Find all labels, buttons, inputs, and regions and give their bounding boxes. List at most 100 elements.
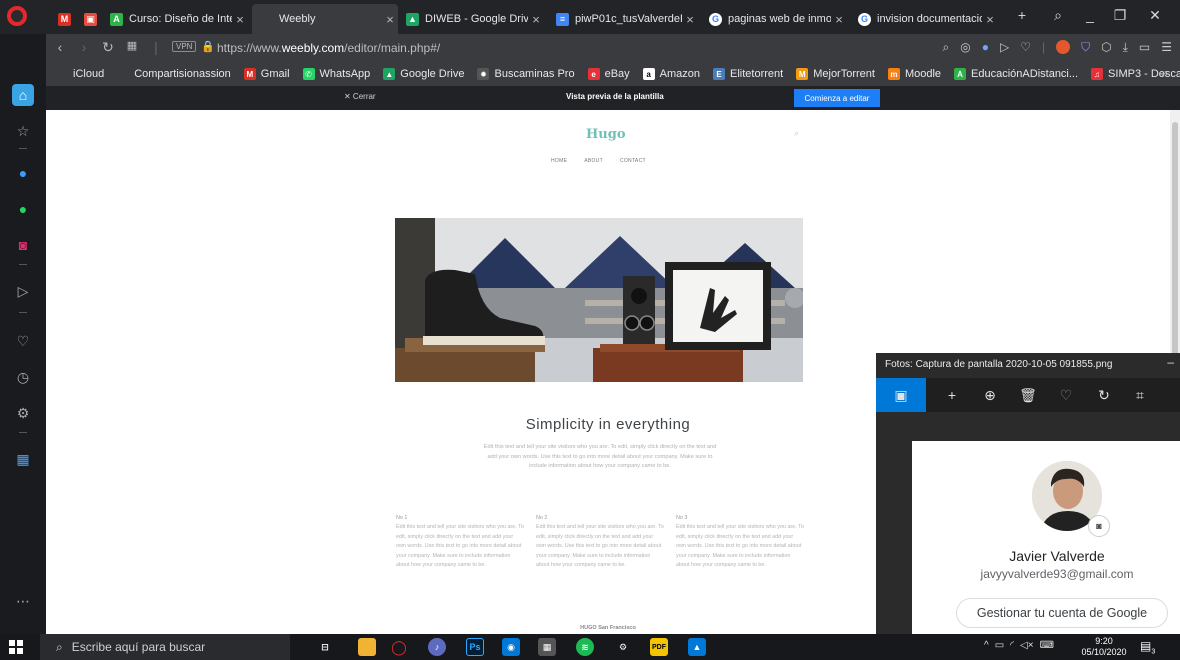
delete-icon[interactable]: 🗑: [1010, 378, 1046, 412]
bookmark-item[interactable]: E Elitetorrent: [713, 68, 783, 80]
intro-paragraph[interactable]: Edit this text and tell your site visito…: [480, 443, 720, 472]
camera-icon[interactable]: ◎: [960, 40, 970, 55]
bookmark-item[interactable]: a Amazon: [642, 68, 700, 80]
easy-setup-icon[interactable]: ☰: [1161, 40, 1172, 55]
reload-button[interactable]: ↻: [100, 39, 116, 56]
bookmark-item[interactable]: Compartisionassion: [117, 68, 231, 80]
shield-icon[interactable]: ●: [982, 40, 989, 55]
bookmark-item[interactable]: iCloud: [56, 68, 104, 80]
manage-account-button[interactable]: Gestionar tu cuenta de Google: [956, 598, 1168, 628]
tab-docs[interactable]: ≡ piwP01c_tusValverdeRive×: [548, 4, 698, 34]
restore-button[interactable]: ❐: [1110, 7, 1130, 24]
spotify-icon[interactable]: ≋: [576, 638, 594, 656]
bookmark-item[interactable]: M Gmail: [243, 68, 290, 80]
new-tab-button[interactable]: +: [1012, 7, 1032, 23]
forward-button[interactable]: ›: [76, 39, 92, 55]
add-icon[interactable]: +: [934, 378, 970, 412]
more-icon[interactable]: ⋯: [12, 590, 34, 612]
tab-close-icon[interactable]: ×: [528, 12, 544, 27]
calculator-icon[interactable]: ▦: [538, 638, 556, 656]
bookmark-item[interactable]: ✹ Buscaminas Pro: [477, 68, 575, 80]
back-button[interactable]: ‹: [52, 39, 68, 55]
feature-column-1[interactable]: No 1 Edit this text and tell your site v…: [396, 514, 524, 570]
opera-logo-icon[interactable]: [7, 6, 27, 26]
bookmark-item[interactable]: ▲ Google Drive: [383, 68, 464, 80]
messenger-icon[interactable]: ●: [12, 162, 34, 184]
bookmarks-overflow-icon[interactable]: »: [1161, 66, 1168, 80]
battery-icon[interactable]: ▭: [995, 640, 1004, 651]
instagram-icon[interactable]: ◙: [12, 234, 34, 256]
heart-icon[interactable]: ♡: [12, 330, 34, 352]
nav-contact-link[interactable]: CONTACT: [620, 158, 646, 164]
favorite-icon[interactable]: ♡: [1048, 378, 1084, 412]
whatsapp-icon[interactable]: ●: [12, 198, 34, 220]
site-logo[interactable]: Hugo: [586, 127, 626, 142]
wifi-icon[interactable]: ◜: [1010, 640, 1014, 651]
search-icon[interactable]: ⌕: [942, 40, 949, 55]
tab-close-icon[interactable]: ×: [831, 12, 847, 27]
extension-icon[interactable]: ▦: [12, 448, 34, 470]
camera-app-icon[interactable]: ◉: [502, 638, 520, 656]
tab-gmail[interactable]: M: [50, 4, 72, 34]
site-search-icon[interactable]: ⌕: [794, 128, 799, 139]
bookmark-item[interactable]: A EducaciónADistanci...: [954, 68, 1078, 80]
vpn-badge[interactable]: VPN: [172, 41, 197, 52]
windows-start-icon[interactable]: [9, 640, 23, 654]
photos-taskbar-icon[interactable]: ▲: [688, 638, 706, 656]
close-window-button[interactable]: ✕: [1145, 7, 1165, 24]
nav-about-link[interactable]: ABOUT: [584, 158, 603, 164]
volume-icon[interactable]: ◁×: [1020, 640, 1034, 651]
opera-taskbar-icon[interactable]: ◯: [390, 638, 408, 656]
crop-icon[interactable]: ⌗: [1122, 378, 1158, 412]
feature-column-2[interactable]: No 2 Edit this text and tell your site v…: [536, 514, 664, 570]
tab-google[interactable]: Ginvision documentacion ×: [850, 4, 998, 34]
taskbar-search-box[interactable]: ⌕ Escribe aquí para buscar: [40, 634, 290, 660]
keyboard-icon[interactable]: ⌨: [1040, 640, 1054, 651]
feature-column-3[interactable]: No 3 Edit this text and tell your site v…: [676, 514, 804, 570]
player-icon[interactable]: ▷: [12, 280, 34, 302]
file-explorer-icon[interactable]: [358, 638, 376, 656]
rotate-icon[interactable]: ↻: [1086, 378, 1122, 412]
url-field[interactable]: https://www.weebly.com/editor/main.php#/: [217, 41, 440, 55]
extension-red-icon[interactable]: [1056, 40, 1071, 54]
close-preview-button[interactable]: ✕ Cerrar: [344, 92, 376, 101]
taskbar-clock[interactable]: 9:20 05/10/2020: [1078, 636, 1130, 658]
snapshot-icon[interactable]: ▭: [1139, 40, 1150, 55]
nav-home-link[interactable]: HOME: [551, 158, 567, 164]
change-photo-camera-icon[interactable]: ◙: [1088, 515, 1110, 537]
history-icon[interactable]: ◷: [12, 366, 34, 388]
photos-minimize-button[interactable]: –: [1167, 355, 1174, 369]
cube-icon[interactable]: ⬡: [1101, 40, 1111, 55]
heart-outline-icon[interactable]: ♡: [1020, 40, 1031, 55]
task-view-icon[interactable]: ⊟: [316, 638, 334, 656]
tab-search-icon[interactable]: ⌕: [1048, 7, 1068, 24]
extension-shield-icon[interactable]: ⛉: [1081, 40, 1090, 55]
settings-icon[interactable]: ⚙: [614, 638, 632, 656]
photoshop-icon[interactable]: Ps: [466, 638, 484, 656]
start-editing-button[interactable]: Comienza a editar: [794, 89, 880, 107]
bookmark-item[interactable]: e eBay: [587, 68, 630, 80]
tab-preview[interactable]: ▣: [76, 4, 98, 34]
music-app-icon[interactable]: ♪: [428, 638, 446, 656]
tab-course[interactable]: A Curso: Diseño de Interfac×: [102, 4, 248, 34]
tray-chevron-icon[interactable]: ^: [984, 640, 989, 651]
download-icon[interactable]: ⤓: [1123, 40, 1128, 55]
bookmark-item[interactable]: ✆ WhatsApp: [302, 68, 370, 80]
bookmark-item[interactable]: M MejorTorrent: [796, 68, 875, 80]
tab-close-icon[interactable]: ×: [982, 12, 998, 27]
tab-close-icon[interactable]: ×: [682, 12, 698, 27]
tab-drive[interactable]: ▲ DIWEB - Google Drive ×: [398, 4, 544, 34]
tab-close-icon[interactable]: ×: [382, 12, 398, 27]
sticky-app-icon[interactable]: PDF: [650, 638, 668, 656]
tab-close-icon[interactable]: ×: [232, 12, 248, 27]
home-icon[interactable]: ☆: [12, 120, 34, 142]
settings-gear-icon[interactable]: ⚙: [12, 402, 34, 424]
tab-weebly[interactable]: Weebly ×: [252, 4, 398, 34]
zoom-icon[interactable]: ⊕: [972, 378, 1008, 412]
notifications-icon[interactable]: ▤3: [1140, 639, 1155, 655]
tab-google[interactable]: Gpaginas web de inmobili×: [701, 4, 847, 34]
speed-dial-icon[interactable]: ⌂: [12, 84, 34, 106]
bookmark-item[interactable]: m Moodle: [887, 68, 941, 80]
scrollbar-thumb[interactable]: [1172, 122, 1178, 362]
photos-view-icon[interactable]: ▣: [876, 378, 926, 412]
